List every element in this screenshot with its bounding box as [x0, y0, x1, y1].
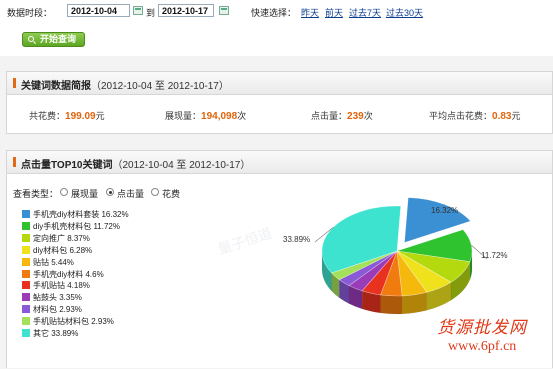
- clicks-value: 239: [347, 111, 364, 122]
- impressions-value: 194,098: [201, 111, 238, 122]
- panel-title: 点击量TOP10关键词（2012-10-04 至 2012-10-17）: [21, 160, 251, 171]
- start-date-input[interactable]: 2012-10-04: [67, 4, 130, 17]
- quick-select-label: 快速选择：: [251, 8, 297, 18]
- calendar-icon[interactable]: [219, 6, 229, 15]
- header-marker: [13, 157, 16, 167]
- panel-title: 关键词数据简报（2012-10-04 至 2012-10-17）: [21, 81, 229, 92]
- start-query-label: 开始查询: [40, 34, 77, 44]
- keyword-summary-panel: 关键词数据简报（2012-10-04 至 2012-10-17） 共花费：199…: [6, 71, 553, 134]
- impressions-stat: 展现量：194,098次: [165, 111, 247, 122]
- pie-label-slice-0: 16.32%: [431, 206, 459, 215]
- quick-30days-link[interactable]: 过去30天: [386, 6, 423, 19]
- quick-yesterday-link[interactable]: 昨天: [301, 6, 319, 19]
- avg-click-cost-stat: 平均点击花费：0.83元: [429, 111, 521, 122]
- total-cost-value: 199.09: [65, 111, 96, 122]
- quick-7days-link[interactable]: 过去7天: [349, 6, 381, 19]
- site-watermark-title: 货源批发网: [437, 318, 527, 337]
- to-label: 到: [146, 8, 156, 18]
- pie-label-slice-10: 33.89%: [283, 235, 311, 244]
- pie-label-slice-1: 11.72%: [481, 251, 508, 260]
- date-range-label: 数据时段：: [7, 8, 53, 18]
- avg-click-cost-value: 0.83: [492, 111, 512, 122]
- panel-header: 关键词数据简报（2012-10-04 至 2012-10-17）: [7, 72, 552, 95]
- panel-header: 点击量TOP10关键词（2012-10-04 至 2012-10-17）: [7, 151, 552, 174]
- start-query-button[interactable]: 开始查询: [22, 32, 85, 47]
- calendar-icon[interactable]: [133, 6, 143, 15]
- pie-slice-side: [380, 294, 403, 315]
- end-date-input[interactable]: 2012-10-17: [158, 4, 214, 17]
- site-watermark-url: www.6pf.cn: [448, 339, 517, 354]
- header-marker: [13, 78, 16, 88]
- total-cost-stat: 共花费：199.09元: [29, 111, 105, 122]
- clicks-stat: 点击量：239次: [311, 111, 373, 122]
- quick-day-before-link[interactable]: 前天: [325, 6, 343, 19]
- search-icon: [28, 36, 34, 42]
- filter-bar: 数据时段： 2012-10-04 到 2012-10-17 快速选择： 昨天 前…: [0, 0, 553, 56]
